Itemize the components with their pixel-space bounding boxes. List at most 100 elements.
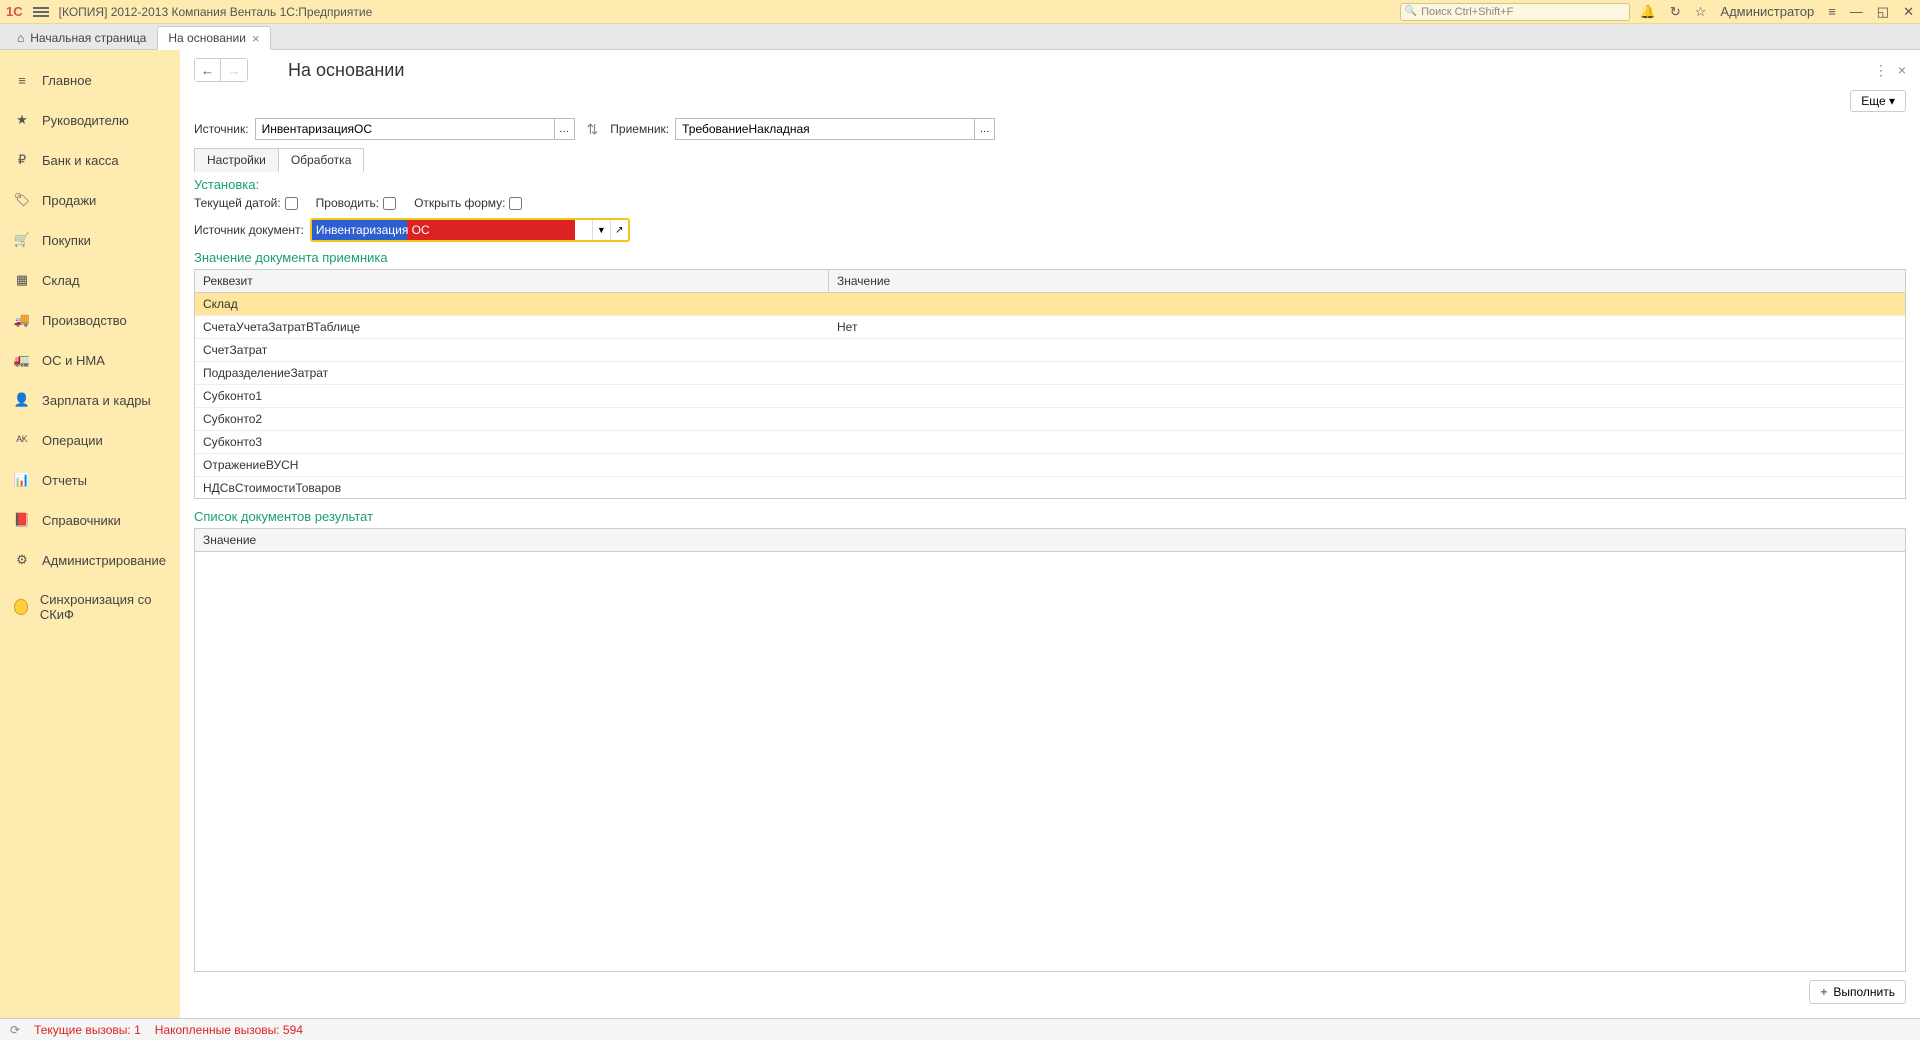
sidebar-item-13[interactable]: Синхронизация со СКиФ bbox=[0, 580, 180, 634]
source-select-button[interactable]: … bbox=[555, 118, 575, 140]
attr-header-name: Реквезит bbox=[195, 270, 829, 292]
source-input[interactable] bbox=[255, 118, 555, 140]
dest-select-button[interactable]: … bbox=[975, 118, 995, 140]
header-actions: ⋮ × bbox=[1874, 62, 1906, 79]
sidebar-item-6[interactable]: 🚚 Производство bbox=[0, 300, 180, 340]
attr-value bbox=[829, 293, 1905, 315]
sidebar-item-0[interactable]: ≡Главное bbox=[0, 60, 180, 100]
star-icon[interactable]: ☆ bbox=[1695, 4, 1707, 20]
sidebar-label-3: Продажи bbox=[42, 193, 96, 208]
check-openform: Открыть форму: bbox=[414, 196, 522, 210]
table-row[interactable]: Субконто3 bbox=[195, 431, 1905, 454]
content-header: ← → На основании ⋮ × bbox=[194, 58, 1906, 82]
sidebar-item-5[interactable]: ▦Склад bbox=[0, 260, 180, 300]
execute-button[interactable]: + Выполнить bbox=[1809, 980, 1906, 1004]
table-row[interactable]: Субконто2 bbox=[195, 408, 1905, 431]
table-row[interactable]: СчетЗатрат bbox=[195, 339, 1905, 362]
toolbar-row: Еще ▾ bbox=[194, 90, 1906, 112]
doc-open-button[interactable]: ↗ bbox=[610, 220, 628, 240]
sidebar-icon-3: 🏷 bbox=[14, 192, 30, 208]
attr-value bbox=[829, 339, 1905, 361]
close-panel-icon[interactable]: × bbox=[1898, 62, 1906, 78]
table-row[interactable]: Склад bbox=[195, 293, 1905, 316]
sidebar-item-1[interactable]: ★Руководителю bbox=[0, 100, 180, 140]
search-input[interactable]: Поиск Ctrl+Shift+F bbox=[1400, 3, 1630, 21]
attr-value bbox=[829, 362, 1905, 384]
attr-value bbox=[829, 477, 1905, 499]
tab-close-icon[interactable]: × bbox=[252, 31, 260, 46]
kebab-icon[interactable]: ⋮ bbox=[1874, 62, 1888, 79]
table-row[interactable]: ОтражениеВУСН bbox=[195, 454, 1905, 477]
attributes-table: Реквезит Значение СкладСчетаУчетаЗатратВ… bbox=[194, 269, 1906, 499]
max-icon[interactable]: ◱ bbox=[1877, 4, 1889, 20]
sidebar-item-3[interactable]: 🏷 Продажи bbox=[0, 180, 180, 220]
tab-bar: ⌂ Начальная страница На основании × bbox=[0, 24, 1920, 50]
status-sync-icon[interactable]: ⟳ bbox=[10, 1023, 20, 1037]
close-icon[interactable]: ✕ bbox=[1903, 4, 1914, 20]
tab-home-label: Начальная страница bbox=[30, 31, 146, 45]
sidebar-item-12[interactable]: ⚙Администрирование bbox=[0, 540, 180, 580]
footer-action: + Выполнить bbox=[194, 972, 1906, 1004]
table-row[interactable]: Субконто1 bbox=[195, 385, 1905, 408]
doc-source-wrap: ▼ ↗ bbox=[310, 218, 630, 242]
history-icon[interactable]: ↻ bbox=[1670, 4, 1681, 20]
check-currdate-input[interactable] bbox=[285, 197, 298, 210]
min-icon[interactable]: — bbox=[1850, 4, 1863, 19]
back-button[interactable]: ← bbox=[195, 59, 221, 81]
attr-name: ОтражениеВУСН bbox=[195, 454, 829, 476]
sidebar-item-10[interactable]: 📊Отчеты bbox=[0, 460, 180, 500]
sidebar-item-4[interactable]: 🛒Покупки bbox=[0, 220, 180, 260]
check-currdate: Текущей датой: bbox=[194, 196, 298, 210]
settings-icon[interactable]: ≡ bbox=[1828, 4, 1836, 19]
table-row[interactable]: ПодразделениеЗатрат bbox=[195, 362, 1905, 385]
hamburger-icon[interactable] bbox=[33, 7, 49, 17]
table-row[interactable]: НДСвСтоимостиТоваров bbox=[195, 477, 1905, 499]
more-button[interactable]: Еще ▾ bbox=[1850, 90, 1906, 112]
sidebar-item-7[interactable]: 🚛ОС и HMA bbox=[0, 340, 180, 380]
attr-name: НДСвСтоимостиТоваров bbox=[195, 477, 829, 499]
swap-icon[interactable]: ⇅ bbox=[587, 121, 599, 138]
sidebar-icon-8: 👤 bbox=[14, 392, 30, 408]
section-setup: Установка: bbox=[194, 177, 1906, 192]
forward-button[interactable]: → bbox=[221, 59, 247, 81]
attr-header-value: Значение bbox=[829, 270, 1905, 292]
sidebar: ≡Главное★Руководителю₽Банк и касса 🏷 Прода… bbox=[0, 50, 180, 1018]
tab-current[interactable]: На основании × bbox=[157, 26, 270, 50]
doc-dropdown-button[interactable]: ▼ bbox=[592, 220, 610, 240]
result-table: Значение bbox=[194, 528, 1906, 972]
attr-name: СчетЗатрат bbox=[195, 339, 829, 361]
dest-input[interactable] bbox=[675, 118, 975, 140]
sidebar-item-11[interactable]: 📕Справочники bbox=[0, 500, 180, 540]
check-openform-input[interactable] bbox=[509, 197, 522, 210]
sidebar-item-9[interactable]: ᴬᴷОперации bbox=[0, 420, 180, 460]
sidebar-icon-6: 🚚 bbox=[14, 312, 30, 328]
inner-tab-processing[interactable]: Обработка bbox=[279, 148, 365, 172]
dest-input-wrap: … bbox=[675, 118, 995, 140]
sidebar-icon-11: 📕 bbox=[14, 512, 30, 528]
sidebar-icon-1: ★ bbox=[14, 112, 30, 128]
content: ← → На основании ⋮ × Еще ▾ Источник: … ⇅… bbox=[180, 50, 1920, 1018]
table-row[interactable]: СчетаУчетаЗатратВТаблицеНет bbox=[195, 316, 1905, 339]
sidebar-label-6: Производство bbox=[42, 313, 127, 328]
title-bar: 1C [КОПИЯ] 2012-2013 Компания Венталь 1С… bbox=[0, 0, 1920, 24]
inner-tab-settings[interactable]: Настройки bbox=[194, 148, 279, 172]
sidebar-icon-0: ≡ bbox=[14, 72, 30, 88]
attr-name: Склад bbox=[195, 293, 829, 315]
attr-header: Реквезит Значение bbox=[195, 270, 1905, 293]
sidebar-icon-4: 🛒 bbox=[14, 232, 30, 248]
main: ≡Главное★Руководителю₽Банк и касса 🏷 Прода… bbox=[0, 50, 1920, 1018]
check-currdate-label: Текущей датой: bbox=[194, 196, 281, 210]
doc-source-input[interactable] bbox=[312, 220, 592, 240]
tab-home[interactable]: ⌂ Начальная страница bbox=[6, 25, 157, 49]
doc-source-label: Источник документ: bbox=[194, 223, 304, 237]
check-post-input[interactable] bbox=[383, 197, 396, 210]
bell-icon[interactable]: 🔔 bbox=[1640, 4, 1656, 20]
sidebar-item-2[interactable]: ₽Банк и касса bbox=[0, 140, 180, 180]
title-icons: 🔔 ↻ ☆ Администратор ≡ — ◱ ✕ bbox=[1640, 4, 1914, 20]
section-result: Список документов результат bbox=[194, 509, 1906, 524]
sidebar-label-13: Синхронизация со СКиФ bbox=[40, 592, 166, 622]
sidebar-item-8[interactable]: 👤Зарплата и кадры bbox=[0, 380, 180, 420]
check-post: Проводить: bbox=[316, 196, 396, 210]
nav-btns: ← → bbox=[194, 58, 248, 82]
admin-label[interactable]: Администратор bbox=[1720, 4, 1814, 19]
